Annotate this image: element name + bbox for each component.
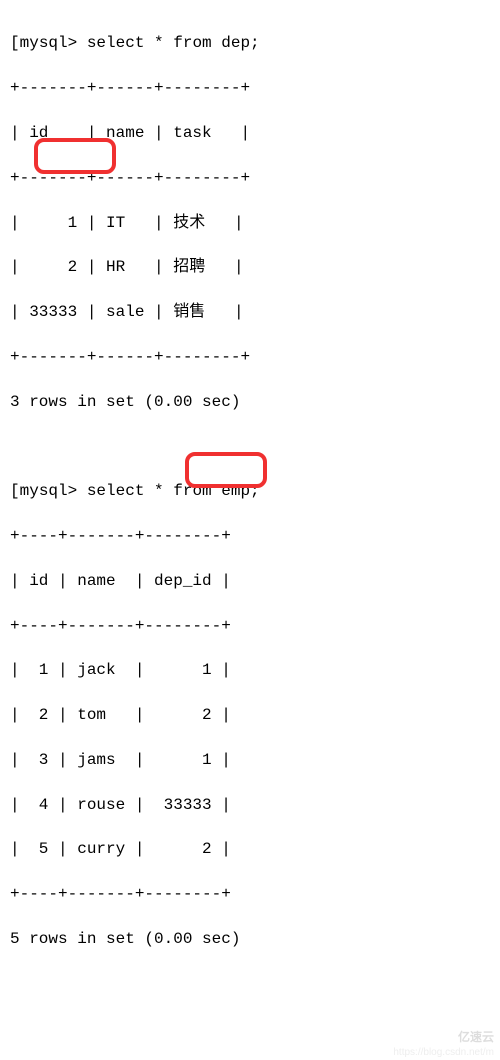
blank-line [10, 435, 490, 457]
prompt-label: mysql> [20, 482, 78, 500]
watermark-url: https://blog.csdn.net/m [393, 1046, 494, 1060]
query1-border: +-------+------+--------+ [10, 346, 490, 368]
prompt-label: mysql> [20, 34, 78, 52]
query2-row: | 4 | rouse | 33333 | [10, 794, 490, 816]
query2-row: | 1 | jack | 1 | [10, 659, 490, 681]
query2-command: select * from emp; [87, 482, 260, 500]
query2-prompt-line: [mysql> select * from emp; [10, 480, 490, 502]
query1-border: +-------+------+--------+ [10, 167, 490, 189]
query1-row: | 2 | HR | 招聘 | [10, 256, 490, 278]
terminal-output: [mysql> select * from dep; +-------+----… [10, 10, 490, 1040]
query2-row: | 3 | jams | 1 | [10, 749, 490, 771]
query2-border: +----+-------+--------+ [10, 525, 490, 547]
query1-command: select * from dep; [87, 34, 260, 52]
query1-footer: 3 rows in set (0.00 sec) [10, 391, 490, 413]
query2-header: | id | name | dep_id | [10, 570, 490, 592]
query2-row: | 5 | curry | 2 | [10, 838, 490, 860]
query2-border: +----+-------+--------+ [10, 883, 490, 905]
query1-border: +-------+------+--------+ [10, 77, 490, 99]
query1-header: | id | name | task | [10, 122, 490, 144]
query2-row: | 2 | tom | 2 | [10, 704, 490, 726]
query1-prompt-line: [mysql> select * from dep; [10, 32, 490, 54]
query1-row: | 1 | IT | 技术 | [10, 212, 490, 234]
query1-row: | 33333 | sale | 销售 | [10, 301, 490, 323]
query2-footer: 5 rows in set (0.00 sec) [10, 928, 490, 950]
query2-border: +----+-------+--------+ [10, 615, 490, 637]
